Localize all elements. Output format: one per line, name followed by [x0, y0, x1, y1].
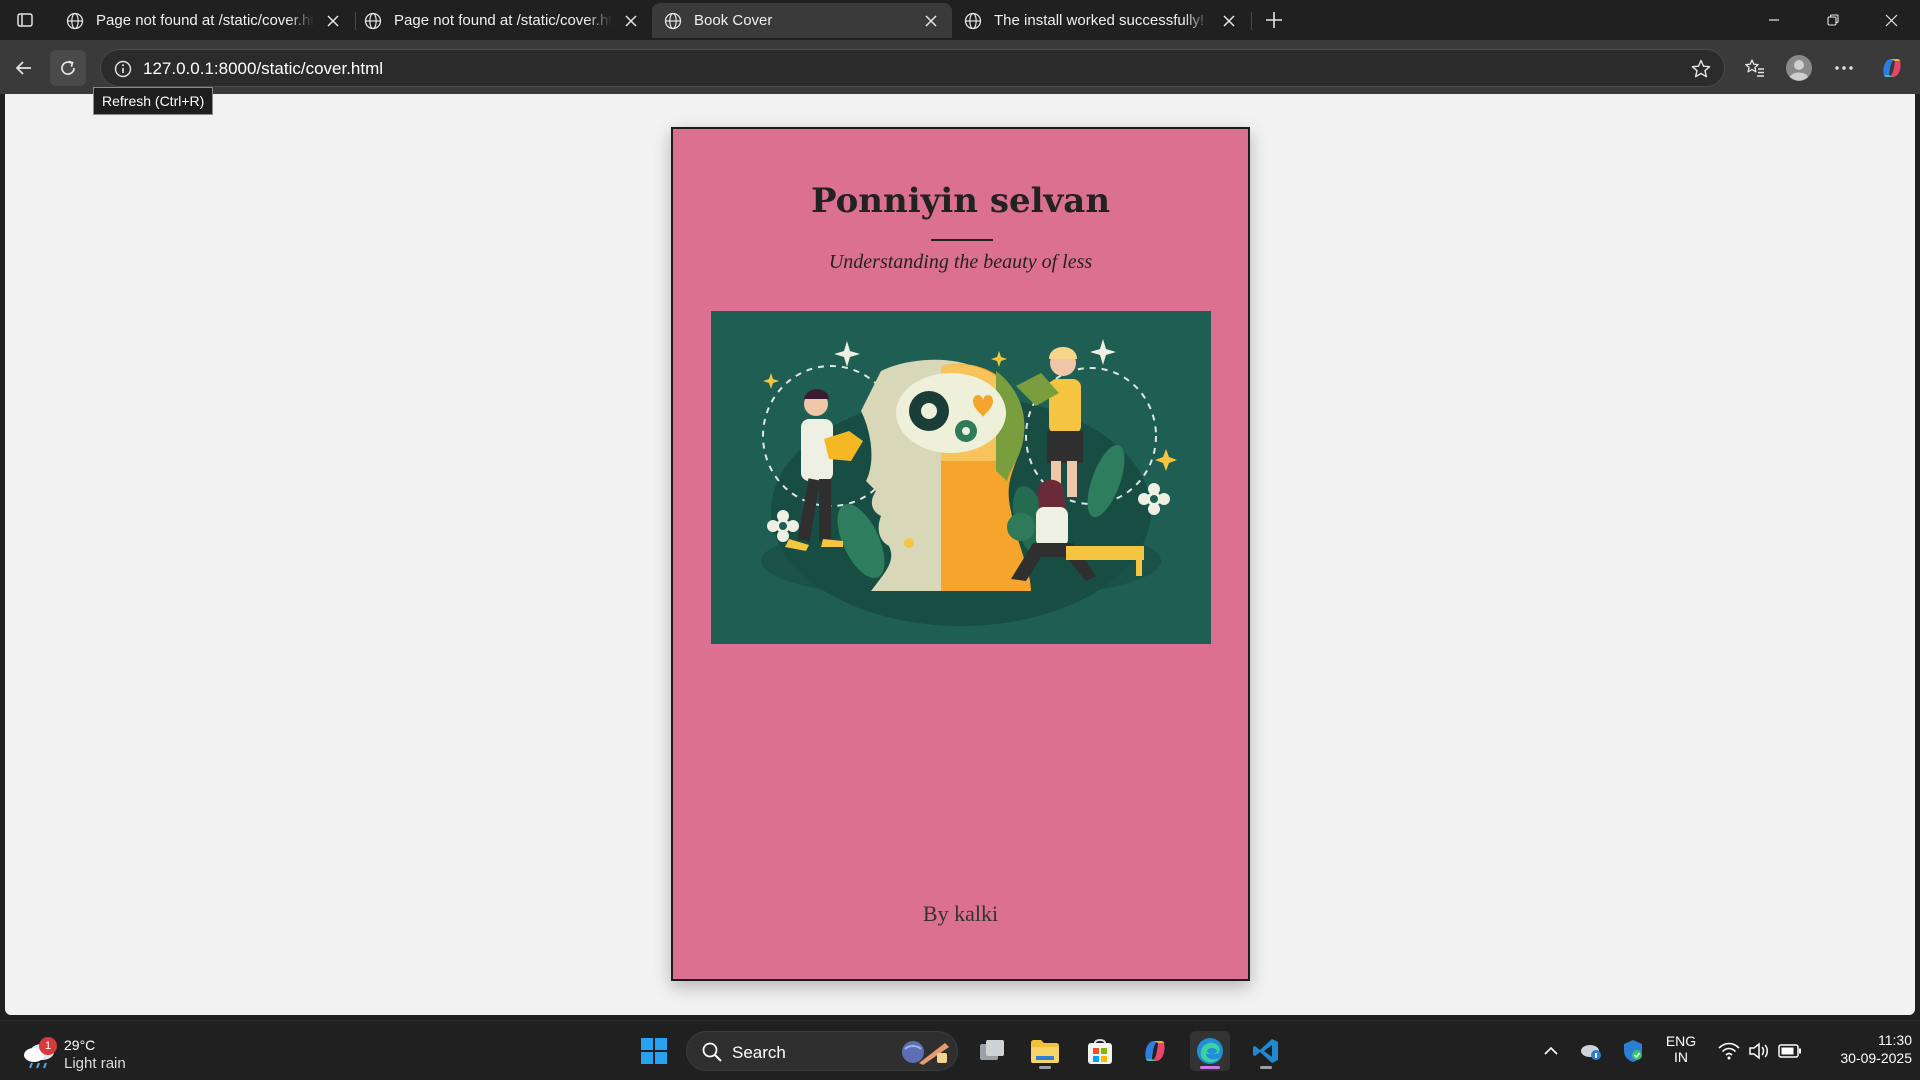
globe-icon	[964, 12, 982, 29]
start-button[interactable]	[634, 1031, 674, 1071]
tab-book-cover[interactable]: Book Cover	[652, 3, 952, 38]
book-subtitle: Understanding the beauty of less	[828, 251, 1093, 273]
close-window-button[interactable]	[1862, 0, 1920, 40]
site-info-icon[interactable]	[113, 59, 133, 79]
store-button[interactable]	[1080, 1031, 1120, 1071]
back-button[interactable]	[6, 50, 42, 86]
tab-separator	[1251, 12, 1252, 30]
more-dots-icon	[1835, 66, 1853, 70]
weather-condition: Light rain	[64, 1055, 126, 1072]
task-view-icon	[980, 1040, 1004, 1060]
refresh-icon	[61, 60, 75, 75]
windows-logo-icon	[641, 1038, 667, 1064]
show-hidden-icons-button[interactable]	[1534, 1031, 1568, 1071]
clock-date: 30-09-2025	[1840, 1050, 1912, 1066]
new-tab-button[interactable]	[1260, 6, 1288, 34]
title-divider	[931, 239, 993, 241]
tab-actions-button[interactable]	[10, 6, 40, 34]
back-arrow-icon	[15, 61, 31, 75]
shield-icon	[1624, 1040, 1642, 1062]
restore-icon	[1827, 14, 1839, 26]
wifi-icon	[1718, 1042, 1740, 1060]
close-tab-icon[interactable]	[322, 10, 344, 32]
battery-icon	[1778, 1044, 1801, 1058]
refresh-tooltip: Refresh (Ctrl+R)	[93, 87, 214, 115]
tab-title: Page not found at /static/cover.html	[394, 12, 612, 29]
profile-button[interactable]	[1781, 50, 1817, 86]
folder-icon	[1031, 1040, 1059, 1063]
language-code: ENG	[1665, 1033, 1697, 1049]
vscode-icon	[1253, 1039, 1278, 1063]
refresh-button[interactable]	[50, 50, 86, 86]
edge-browser-button[interactable]	[1190, 1031, 1230, 1071]
tab-title: Book Cover	[694, 12, 773, 29]
globe-icon	[66, 12, 84, 29]
favorites-button[interactable]	[1737, 50, 1773, 86]
globe-icon	[364, 12, 382, 29]
address-text: 127.0.0.1:8000/static/cover.html	[143, 59, 384, 78]
search-icon	[702, 1042, 722, 1062]
close-tab-icon[interactable]	[1218, 10, 1240, 32]
tab-bar: Page not found at /static/cover.html Pag…	[0, 0, 1920, 40]
notification-badge: 1	[39, 1037, 57, 1055]
tab-actions-icon	[17, 13, 33, 27]
settings-more-button[interactable]	[1826, 50, 1862, 86]
tab-page-not-found-1[interactable]: Page not found at /static/cover.html	[54, 3, 354, 38]
running-indicator	[1039, 1066, 1051, 1069]
volume-icon	[1749, 1042, 1768, 1060]
edge-icon	[1197, 1038, 1223, 1064]
taskbar-search[interactable]: Search	[686, 1031, 958, 1071]
illustration-graphic	[711, 311, 1211, 644]
store-icon	[1088, 1039, 1112, 1064]
onedrive-tray[interactable]	[1574, 1031, 1608, 1071]
vscode-button[interactable]	[1246, 1031, 1286, 1071]
book-title: Ponniyin selvan	[810, 181, 1111, 221]
region-code: IN	[1674, 1049, 1688, 1065]
close-tab-icon[interactable]	[620, 10, 642, 32]
minimize-icon	[1769, 19, 1779, 21]
tab-page-not-found-2[interactable]: Page not found at /static/cover.html	[352, 3, 652, 38]
clock[interactable]: 11:30 30-09-2025	[1812, 1032, 1912, 1066]
page-viewport: Ponniyin selvan Understanding the beauty…	[5, 94, 1915, 1015]
tab-install-worked[interactable]: The install worked successfully! Congrat…	[952, 3, 1250, 38]
weather-temperature: 29°C	[64, 1037, 96, 1053]
task-view-button[interactable]	[972, 1031, 1012, 1071]
close-icon	[1885, 14, 1897, 26]
weather-widget[interactable]: 1 29°C Light rain	[20, 1029, 150, 1073]
favorites-icon	[1745, 59, 1764, 77]
cover-illustration	[711, 311, 1211, 644]
close-tab-icon[interactable]	[920, 10, 942, 32]
language-indicator[interactable]: ENG IN	[1660, 1033, 1702, 1065]
search-label: Search	[732, 1043, 786, 1062]
windows-taskbar: 1 29°C Light rain Search ENG IN 11:30 30…	[0, 1020, 1920, 1080]
quick-settings-button[interactable]	[1710, 1031, 1810, 1071]
copilot-button[interactable]	[1874, 50, 1910, 86]
chevron-up-icon	[1544, 1046, 1558, 1055]
favorite-star-icon[interactable]	[1690, 58, 1712, 80]
copilot-icon	[1883, 59, 1901, 77]
address-bar[interactable]: 127.0.0.1:8000/static/cover.html	[100, 49, 1725, 87]
globe-icon	[664, 12, 682, 29]
tab-title: Page not found at /static/cover.html	[96, 12, 314, 29]
security-tray[interactable]	[1616, 1031, 1650, 1071]
copilot-app-button[interactable]	[1135, 1031, 1175, 1071]
profile-avatar-icon	[1786, 55, 1812, 81]
active-indicator	[1200, 1066, 1220, 1069]
search-highlight-icon	[902, 1041, 949, 1065]
clock-time: 11:30	[1878, 1032, 1912, 1048]
restore-button[interactable]	[1804, 0, 1862, 40]
tab-title: The install worked successfully! Congrat…	[994, 12, 1210, 29]
copilot-icon	[1145, 1041, 1165, 1061]
running-indicator	[1260, 1066, 1272, 1069]
cloud-sync-icon	[1581, 1045, 1601, 1060]
plus-icon	[1266, 12, 1282, 28]
browser-toolbar: 127.0.0.1:8000/static/cover.html	[0, 40, 1920, 94]
book-author: By kalki	[922, 901, 999, 926]
book-cover: Ponniyin selvan Understanding the beauty…	[671, 127, 1250, 981]
file-explorer-button[interactable]	[1025, 1031, 1065, 1071]
minimize-button[interactable]	[1745, 0, 1803, 40]
